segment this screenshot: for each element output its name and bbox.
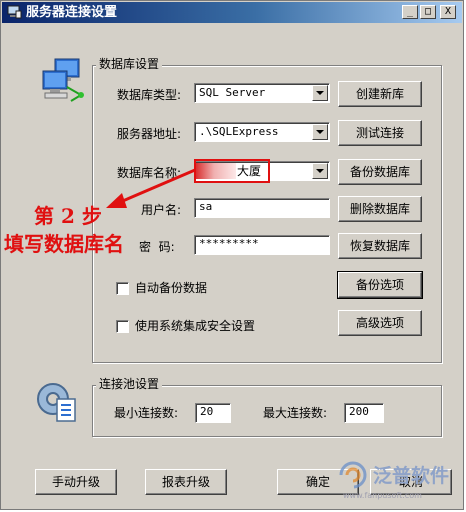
backup-options-button[interactable]: 备份选项 xyxy=(337,271,423,299)
server-address-select[interactable]: .\SQLExpress xyxy=(194,122,330,142)
auto-backup-label: 自动备份数据 xyxy=(135,281,208,295)
connection-pool-title: 连接池设置 xyxy=(96,377,163,391)
server-address-value: .\SQLExpress xyxy=(199,125,279,138)
delete-db-button[interactable]: 删除数据库 xyxy=(338,196,422,222)
database-settings-title: 数据库设置 xyxy=(96,57,163,71)
password-label: 密 码: xyxy=(139,240,175,254)
create-db-button[interactable]: 创建新库 xyxy=(338,81,422,107)
password-field[interactable]: ********* xyxy=(194,235,330,255)
min-connections-label: 最小连接数: xyxy=(114,406,179,420)
connection-pool-settings-icon xyxy=(37,383,76,422)
server-address-label: 服务器地址: xyxy=(117,127,182,141)
test-connection-button[interactable]: 测试连接 xyxy=(338,120,422,146)
min-connections-field[interactable]: 20 xyxy=(195,403,231,423)
annotation-step: 第 2 步 xyxy=(34,204,102,228)
username-field[interactable]: sa xyxy=(194,198,330,218)
db-type-label: 数据库类型: xyxy=(117,88,182,102)
title-bar[interactable]: 服务器连接设置 _ □ X xyxy=(2,2,462,23)
auto-backup-checkbox[interactable] xyxy=(116,282,129,295)
close-button[interactable]: X xyxy=(440,5,456,19)
network-computers-icon xyxy=(42,58,84,102)
app-icon xyxy=(7,5,22,19)
watermark-url: www.fanpusoft.com xyxy=(343,491,422,500)
annotation-arrow-icon xyxy=(106,168,196,208)
max-connections-field[interactable]: 200 xyxy=(344,403,384,423)
chevron-down-icon[interactable] xyxy=(312,163,328,179)
highlight-box xyxy=(194,159,270,183)
chevron-down-icon[interactable] xyxy=(312,85,328,101)
advanced-options-button[interactable]: 高级选项 xyxy=(338,310,422,336)
backup-db-button[interactable]: 备份数据库 xyxy=(338,159,422,185)
watermark-brand: 泛普软件 xyxy=(373,465,450,487)
max-connections-label: 最大连接数: xyxy=(263,406,328,420)
report-upgrade-button[interactable]: 报表升级 xyxy=(145,469,227,495)
manual-upgrade-button[interactable]: 手动升级 xyxy=(35,469,117,495)
integrated-security-label: 使用系统集成安全设置 xyxy=(135,319,256,333)
window-title: 服务器连接设置 xyxy=(26,5,118,20)
db-type-select[interactable]: SQL Server xyxy=(194,83,330,103)
fanpu-logo-icon xyxy=(339,461,367,489)
db-type-value: SQL Server xyxy=(199,86,266,99)
annotation-instruction: 填写数据库名 xyxy=(4,232,124,256)
integrated-security-checkbox[interactable] xyxy=(116,320,129,333)
chevron-down-icon[interactable] xyxy=(312,124,328,140)
restore-db-button[interactable]: 恢复数据库 xyxy=(338,233,422,259)
maximize-button[interactable]: □ xyxy=(420,5,436,19)
minimize-button[interactable]: _ xyxy=(402,5,418,19)
